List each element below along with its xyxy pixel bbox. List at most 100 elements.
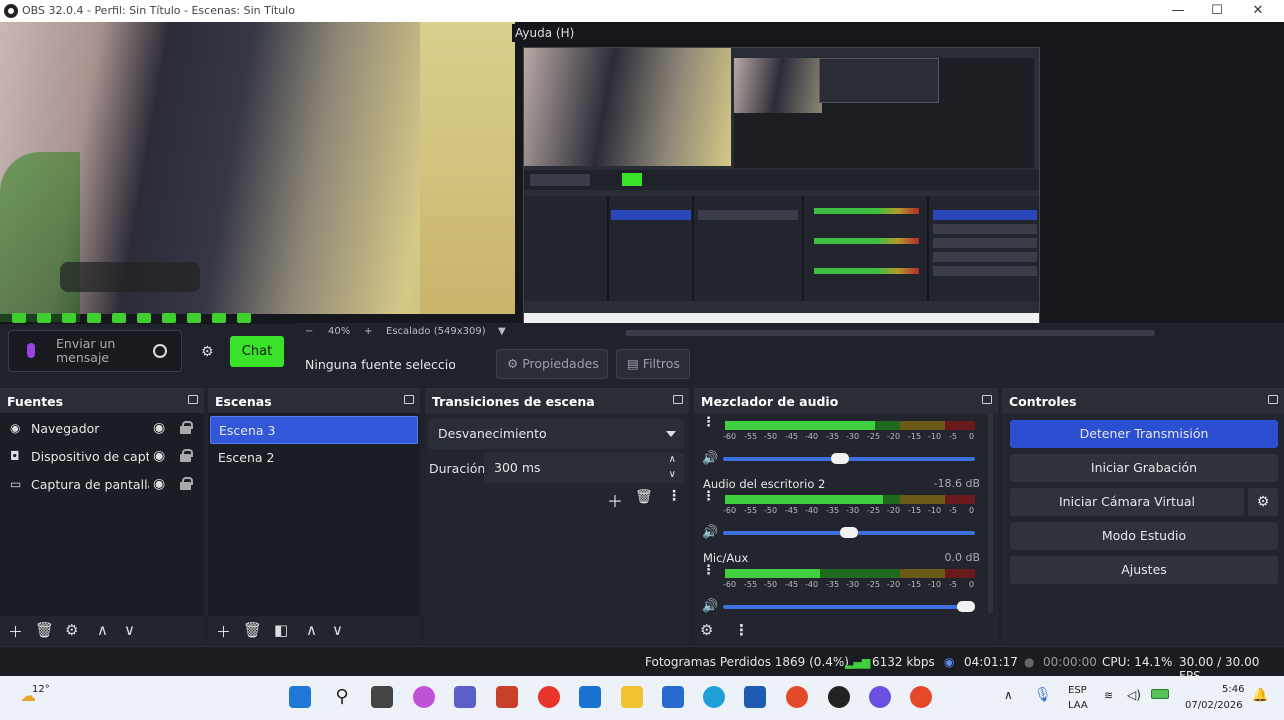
volume-slider[interactable] — [723, 527, 975, 538]
add-source-icon[interactable]: ＋ — [8, 621, 23, 642]
transition-select[interactable]: Desvanecimiento — [428, 419, 684, 449]
mixer-scrollbar[interactable] — [988, 413, 993, 613]
channel-menu-icon[interactable]: ⋮ — [702, 563, 715, 578]
volume-slider-handle[interactable] — [840, 527, 858, 538]
store-icon[interactable] — [662, 686, 684, 708]
zoom-in-button[interactable]: + — [364, 326, 372, 337]
volume-slider[interactable] — [723, 601, 975, 612]
meter-scale: -60 -55 -50 -45 -40 -35 -30 -25 -20 -15 -10 -5 0 — [723, 432, 983, 442]
preview-horizontal-scrollbar[interactable] — [625, 330, 1155, 336]
clock-time[interactable]: 5:46 — [1222, 684, 1244, 695]
source-item-dispositivo[interactable]: ◘ Dispositivo de captura de vídeo ◉ — [0, 443, 204, 471]
undock-icon[interactable] — [188, 395, 198, 404]
emoji-icon[interactable] — [153, 344, 167, 358]
spin-down-icon[interactable]: ∨ — [669, 460, 676, 490]
copilot-icon[interactable] — [413, 686, 435, 708]
lock-icon[interactable] — [180, 449, 193, 462]
minimize-button[interactable]: — — [1164, 2, 1192, 20]
add-transition-icon[interactable]: ＋ — [607, 488, 623, 512]
mixer-more-icon[interactable]: ⋮ — [734, 621, 749, 639]
advanced-audio-gear-icon[interactable]: ⚙ — [700, 621, 713, 639]
meter-tick-label: -20 — [887, 580, 901, 589]
remove-scene-icon[interactable]: 🗑 — [243, 621, 262, 639]
move-up-icon[interactable]: ∧ — [97, 621, 108, 639]
start-virtual-camera-button[interactable]: Iniciar Cámara Virtual — [1010, 488, 1244, 516]
outlook-icon[interactable] — [579, 686, 601, 708]
volume-icon[interactable]: ◁) — [1127, 688, 1141, 702]
obs-taskbar-icon[interactable] — [828, 686, 850, 708]
properties-button[interactable]: ⚙ Propiedades — [496, 349, 608, 379]
visibility-eye-icon[interactable]: ◉ — [153, 476, 165, 492]
scene-filters-icon[interactable]: ◧ — [274, 621, 288, 639]
undock-icon[interactable] — [673, 395, 683, 404]
notifications-icon[interactable]: 🔔 — [1252, 688, 1268, 703]
battery-icon[interactable] — [1151, 689, 1169, 699]
filters-button[interactable]: ▤ Filtros — [616, 349, 690, 379]
add-scene-icon[interactable]: ＋ — [216, 621, 231, 642]
visibility-eye-icon[interactable]: ◉ — [153, 448, 165, 464]
lock-icon[interactable] — [180, 421, 193, 434]
speaker-mute-icon[interactable]: 🔊 — [702, 451, 718, 466]
file-explorer-icon[interactable] — [621, 686, 643, 708]
mic-tray-icon[interactable]: 🎙 — [1034, 687, 1052, 703]
sources-list[interactable]: ◉ Navegador ◉ ◘ Dispositivo de captura d… — [0, 413, 204, 617]
scale-dropdown-icon[interactable]: ▼ — [498, 326, 506, 337]
undock-icon[interactable] — [982, 395, 992, 404]
speaker-mute-icon[interactable]: 🔊 — [702, 525, 718, 540]
monitor-icon: ▭ — [10, 477, 22, 491]
transition-more-icon[interactable]: ⋮ — [667, 488, 681, 504]
scene-item-escena-3[interactable]: Escena 3 — [210, 416, 418, 444]
duration-spinbox[interactable]: 300 ms ∧ ∨ — [484, 453, 684, 483]
move-up-icon[interactable]: ∧ — [306, 621, 317, 639]
channel-menu-icon[interactable]: ⋮ — [702, 415, 715, 430]
source-item-navegador[interactable]: ◉ Navegador ◉ — [0, 415, 204, 443]
discord-icon[interactable] — [869, 686, 891, 708]
edge-icon[interactable] — [703, 686, 725, 708]
move-down-icon[interactable]: ∨ — [332, 621, 343, 639]
scenes-list[interactable]: Escena 3 Escena 2 — [208, 413, 420, 617]
scene-item-escena-2[interactable]: Escena 2 — [210, 444, 418, 472]
channel-menu-icon[interactable]: ⋮ — [702, 489, 715, 504]
task-view-icon[interactable] — [371, 686, 393, 708]
duration-value: 300 ms — [494, 460, 541, 475]
wifi-icon[interactable]: ≋ — [1104, 689, 1113, 702]
start-recording-button[interactable]: Iniciar Grabación — [1010, 454, 1278, 482]
meter-tick-label: -55 — [744, 506, 758, 515]
language-top[interactable]: ESP — [1068, 685, 1087, 696]
source-item-captura[interactable]: ▭ Captura de pantalla 2 ◉ — [0, 471, 204, 499]
lock-icon[interactable] — [180, 477, 193, 490]
move-down-icon[interactable]: ∨ — [124, 621, 135, 639]
chrome-profile-icon[interactable] — [910, 686, 932, 708]
undock-icon[interactable] — [404, 395, 414, 404]
microphone-icon[interactable] — [27, 343, 35, 358]
chat-settings-gear-icon[interactable]: ⚙ — [201, 344, 214, 360]
word-icon[interactable] — [744, 686, 766, 708]
start-menu-icon[interactable] — [289, 686, 311, 708]
remove-transition-icon[interactable]: 🗑 — [635, 489, 653, 505]
scenes-dock-title: Escenas — [215, 394, 272, 409]
chrome-icon[interactable] — [786, 686, 808, 708]
source-name: Captura de pantalla 2 — [31, 477, 149, 492]
visibility-eye-icon[interactable]: ◉ — [153, 420, 165, 436]
stop-streaming-button[interactable]: Detener Transmisión — [1010, 420, 1278, 448]
maximize-button[interactable]: ☐ — [1203, 2, 1231, 20]
source-settings-gear-icon[interactable]: ⚙ — [65, 621, 78, 639]
remove-source-icon[interactable]: 🗑 — [35, 621, 54, 639]
tray-chevron-icon[interactable]: ∧ — [1004, 688, 1013, 702]
teams-icon[interactable] — [454, 686, 476, 708]
close-button[interactable]: ✕ — [1244, 2, 1272, 20]
powerpoint-icon[interactable] — [496, 686, 518, 708]
volume-slider[interactable] — [723, 453, 975, 464]
chat-input[interactable]: Enviar un mensaje — [8, 330, 182, 372]
settings-button[interactable]: Ajustes — [1010, 556, 1278, 584]
studio-mode-button[interactable]: Modo Estudio — [1010, 522, 1278, 550]
browser-app-icon[interactable] — [538, 686, 560, 708]
zoom-out-button[interactable]: − — [305, 326, 313, 337]
volume-slider-handle[interactable] — [957, 601, 975, 612]
undock-icon[interactable] — [1268, 395, 1278, 404]
chat-send-button[interactable]: Chat — [230, 336, 284, 367]
volume-slider-handle[interactable] — [831, 453, 849, 464]
speaker-mute-icon[interactable]: 🔊 — [702, 599, 718, 614]
virtual-camera-settings-gear-icon[interactable]: ⚙ — [1248, 488, 1278, 516]
search-icon[interactable]: ⚲ — [331, 686, 353, 708]
